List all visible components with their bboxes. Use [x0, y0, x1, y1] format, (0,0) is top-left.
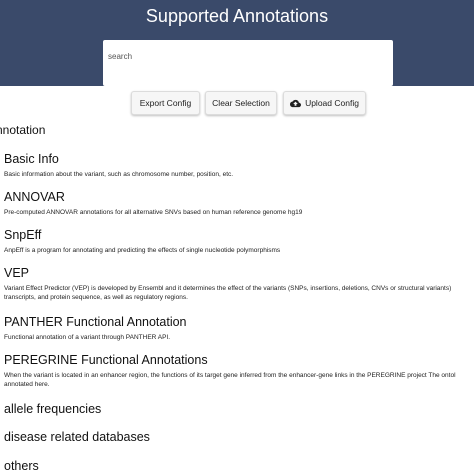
category-disease-databases[interactable]: disease related databases [4, 429, 474, 445]
category-description: Functional annotation of a variant throu… [4, 334, 171, 341]
category-annovar[interactable]: ANNOVAR Pre-computed ANNOVAR annotations… [4, 189, 474, 217]
category-description: AnpEff is a program for annotating and p… [4, 247, 281, 254]
category-description: When the variant is located in an enhanc… [4, 372, 456, 388]
category-others[interactable]: others [4, 458, 474, 474]
category-description: Pre-computed ANNOVAR annotations for all… [4, 209, 303, 216]
category-title: others [4, 459, 39, 473]
category-peregrine[interactable]: PEREGRINE Functional Annotations When th… [4, 352, 474, 389]
upload-config-button[interactable]: Upload Config [283, 91, 366, 115]
page-header: Supported Annotations [0, 0, 474, 86]
category-title: PANTHER Functional Annotation [4, 315, 187, 329]
category-title: ANNOVAR [4, 190, 65, 204]
category-title: SnpEff [4, 228, 42, 242]
page-title: Supported Annotations [145, 6, 329, 26]
category-vep[interactable]: VEP Variant Effect Predictor (VEP) is de… [4, 265, 474, 302]
search-box[interactable] [103, 40, 393, 86]
category-title: disease related databases [4, 430, 150, 444]
export-config-button[interactable]: Export Config [131, 91, 200, 115]
category-description: Basic information about the variant, suc… [4, 171, 234, 178]
category-snpeff[interactable]: SnpEff AnpEff is a program for annotatin… [4, 227, 474, 255]
category-title: VEP [4, 266, 30, 280]
upload-config-label: Upload Config [305, 98, 359, 108]
category-basic-info[interactable]: Basic Info Basic information about the v… [4, 151, 474, 179]
category-title: PEREGRINE Functional Annotations [4, 353, 208, 367]
export-config-label: Export Config [139, 98, 192, 108]
category-title: allele frequencies [4, 402, 102, 416]
annotation-section-label: nnotation [0, 123, 46, 137]
cloud-upload-icon [290, 98, 302, 109]
category-panther[interactable]: PANTHER Functional Annotation Functional… [4, 314, 474, 342]
category-allele-frequencies[interactable]: allele frequencies [4, 401, 474, 417]
search-input[interactable] [103, 40, 393, 86]
category-title: Basic Info [4, 152, 59, 166]
clear-selection-button[interactable]: Clear Selection [205, 91, 277, 115]
clear-selection-label: Clear Selection [212, 98, 270, 108]
category-description: Variant Effect Predictor (VEP) is develo… [4, 285, 452, 301]
